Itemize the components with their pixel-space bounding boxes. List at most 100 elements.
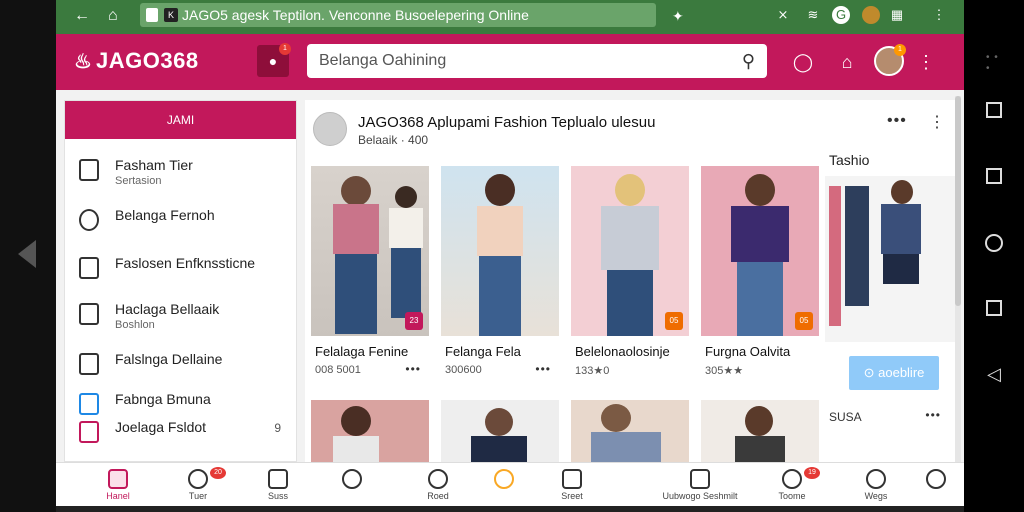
book-icon [79,393,99,415]
search-placeholder: Belanga Oahining [319,52,447,69]
sidebar-item-fasham-tier[interactable]: Fasham Tier Sertasion [79,153,289,193]
nav-item-watch[interactable] [312,463,392,507]
product-name: Furgna Oalvita [705,344,791,359]
product-image[interactable] [441,166,559,336]
product-image[interactable] [311,166,429,336]
main-feed: JAGO368 Aplupami Fashion Teplualo ulesuu… [305,100,955,462]
app-window: ← ⌂ K JAGO5 agesk Teptilon. Venconne Bus… [56,0,964,512]
sidebar-item-label: Haclaga Bellaaik [115,301,220,317]
notifications-badge: 1 [279,43,291,55]
sidebar-item-faslosen[interactable]: Faslosen Enfknssticne [79,251,289,291]
brand-name: JAGO368 [96,48,199,73]
nav-item-hanel[interactable]: Hanel [78,463,158,507]
notifications-button[interactable]: ● 1 [257,43,291,77]
side-panel-image[interactable] [825,176,955,342]
back-button-icon[interactable]: ◁ [984,364,1004,384]
post-more-vertical-icon[interactable]: ⋮ [929,112,946,132]
product-more-icon[interactable]: ••• [405,362,421,376]
product-image[interactable] [571,400,689,462]
nav-item-uubwogo[interactable]: Uubwogo Seshmilt [660,463,740,507]
nav-label: Hanel [106,491,130,501]
post-avatar[interactable] [313,112,347,146]
chat-icon [926,469,946,489]
nav-item-chat[interactable] [896,463,964,507]
nav-item-sreet[interactable]: Sreet [532,463,612,507]
reward-icon [494,469,514,489]
product-badge: 05 [665,312,683,330]
search-icon[interactable]: ⚲ [742,44,755,78]
nav-item-toome[interactable]: 19 Toome [752,463,832,507]
url-bar[interactable]: K JAGO5 agesk Teptilon. Venconne Busoele… [140,3,656,27]
product-image[interactable] [571,166,689,336]
home-icon[interactable]: ⌂ [108,6,118,26]
user-icon [866,469,886,489]
product-card[interactable]: 23 Felalaga Fenine 008 5001 ••• [311,166,429,388]
recents-icon[interactable] [986,168,1002,184]
search-input[interactable]: Belanga Oahining ⚲ [307,44,767,78]
product-image[interactable] [311,400,429,462]
brand-logo[interactable]: ♨ JAGO368 [74,48,199,74]
wifi-icon: ≋ [807,7,819,22]
grid-icon[interactable]: ▦ [888,6,906,24]
model-head [745,174,775,206]
sidebar-item-label: Joelaga Fsldot [115,419,207,435]
post-subtitle: Belaaik · 400 [358,133,429,147]
side-panel-title: Tashio [829,152,870,168]
refresh-icon[interactable]: ◯ [791,50,815,74]
device-screen: ← ⌂ K JAGO5 agesk Teptilon. Venconne Bus… [0,0,1024,512]
product-image[interactable] [701,166,819,336]
profile-icon[interactable] [862,6,880,24]
nav-label: Uubwogo Seshmilt [662,491,738,501]
avatar[interactable]: 1 [874,44,906,76]
back-icon[interactable]: ← [74,6,90,26]
nav-label: Sreet [561,491,583,501]
nav-label: Toome [778,491,806,501]
sparkle-icon[interactable]: ✦ [672,6,684,26]
google-icon[interactable]: G [832,6,850,24]
lock-icon [146,8,158,22]
model-sweater [731,206,789,262]
product-image[interactable] [701,400,819,462]
mute-icon[interactable]: ⨯ [774,6,792,24]
back-arrow-icon[interactable] [18,240,36,268]
model-jeans [335,254,377,334]
scrollbar[interactable] [955,96,961,462]
model-shirt [333,204,379,254]
sidebar-item-belanga-fernoh[interactable]: Belanga Fernoh [79,203,289,243]
product-card[interactable]: Felanga Fela 300600 ••• [441,166,559,388]
sidebar-header[interactable]: JAMI [65,101,296,139]
product-card[interactable]: 05 Furgna Oalvita 305★★ [701,166,819,388]
hanging-outfit [845,186,869,306]
model-head [395,186,417,208]
bottom-navigation: Hanel 20 Tuer Suss Roed Sreet Uubwogo Se… [56,462,964,506]
home-button-icon[interactable] [985,234,1003,252]
nav-item-tuer[interactable]: 20 Tuer [158,463,238,507]
overview-icon[interactable] [986,300,1002,316]
sidebar-item-joelaga[interactable]: Joelaga Fsldot 9 [79,415,289,455]
model-head [601,404,631,432]
sidebar-item-label: Fabnga Bmuna [115,391,211,407]
sidebar-item-sub: Boshlon [115,319,155,331]
list-icon [79,257,99,279]
model-head [745,406,773,436]
sidebar-item-haclaga[interactable]: Haclaga Bellaaik Boshlon [79,297,289,337]
product-card[interactable]: 05 Belelonaolosinje 133★0 [571,166,689,388]
product-image[interactable] [441,400,559,462]
rotate-icon[interactable] [986,102,1002,118]
product-badge: 05 [795,312,813,330]
scrollbar-thumb[interactable] [955,96,961,306]
sidebar: JAMI Fasham Tier Sertasion Belanga Ferno… [64,100,297,462]
side-panel-more-icon[interactable]: ••• [925,408,941,422]
clipboard-icon [79,353,99,375]
side-panel-button[interactable]: ⊙ aoeblire [849,356,939,390]
sidebar-item-falslnga[interactable]: Falslnga Dellaine [79,347,289,387]
nav-item-suss[interactable]: Suss [238,463,318,507]
button-icon: ⊙ [863,365,879,380]
product-more-icon[interactable]: ••• [535,362,551,376]
model-jeans [479,256,521,336]
post-more-horizontal-icon[interactable]: ••• [887,112,907,130]
app-header: ♨ JAGO368 ● 1 Belanga Oahining ⚲ ◯ ⌂ 1 ⋮ [56,34,964,90]
house-icon[interactable]: ⌂ [835,50,859,74]
menu-more-icon[interactable]: ⋮ [914,50,938,74]
more-vertical-icon[interactable]: ⋮ [930,6,948,24]
